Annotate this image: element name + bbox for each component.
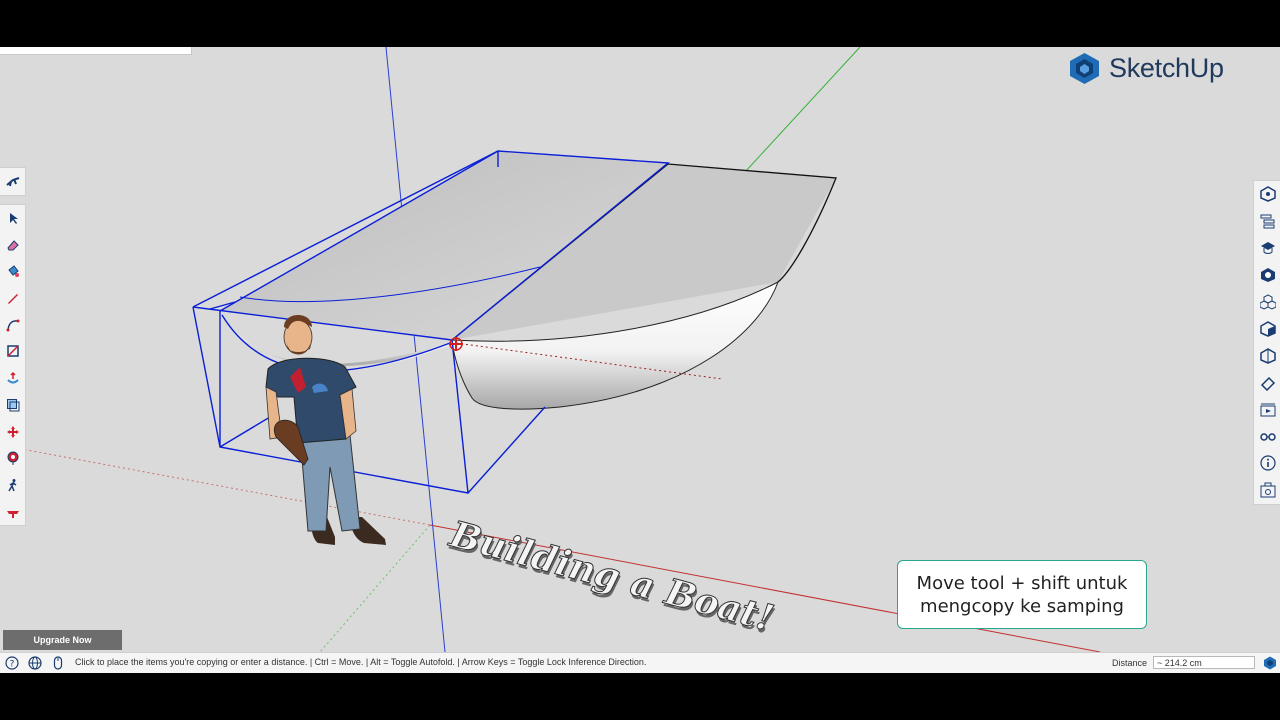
status-bar: ? Click to place the items you're copyin…	[0, 652, 1280, 673]
viewport-top-left-box	[0, 47, 192, 55]
mouse-icon	[50, 655, 66, 671]
red-axis-dotted	[0, 444, 431, 526]
entity-info-icon[interactable]	[1254, 181, 1280, 208]
rectangle-icon[interactable]	[0, 338, 26, 365]
walk-glyph-icon[interactable]	[0, 168, 26, 195]
soften-edges-icon[interactable]	[1254, 369, 1280, 396]
materials-icon[interactable]	[1254, 262, 1280, 289]
move-icon[interactable]	[0, 418, 26, 445]
sketchup-logo: SketchUp	[1068, 50, 1224, 86]
scale-figure	[265, 315, 386, 545]
modeling-viewport[interactable]: Building a Boat! Building a Boat! Sketch…	[0, 47, 1280, 652]
geo-location-icon[interactable]	[27, 655, 43, 671]
upgrade-now-button[interactable]: Upgrade Now	[3, 630, 122, 650]
pencil-line-icon[interactable]	[0, 285, 26, 312]
green-axis-dotted	[319, 524, 431, 652]
svg-text:?: ?	[10, 660, 15, 670]
brand-name: SketchUp	[1109, 52, 1224, 83]
arc-icon[interactable]	[0, 311, 26, 338]
green-axis	[744, 47, 861, 173]
info-icon[interactable]	[1254, 450, 1280, 477]
status-message: Click to place the items you're copying …	[75, 657, 647, 667]
sketchup-logo-icon	[1070, 52, 1099, 84]
measurement-label: Distance	[1112, 658, 1148, 668]
push-pull-icon[interactable]	[0, 365, 26, 392]
sketchup-status-icon[interactable]	[1262, 655, 1278, 671]
scenes-icon[interactable]	[1254, 396, 1280, 423]
paint-bucket-icon[interactable]	[0, 258, 26, 285]
svg-text:Building a Boat!: Building a Boat!	[445, 513, 778, 640]
eraser-icon[interactable]	[0, 231, 26, 258]
instructor-icon[interactable]	[1254, 235, 1280, 262]
components-icon[interactable]	[1254, 289, 1280, 316]
styles-icon[interactable]	[1254, 315, 1280, 342]
right-panel-toolbar	[1253, 180, 1280, 505]
tape-measure-icon[interactable]	[0, 445, 26, 472]
display-icon[interactable]	[1254, 423, 1280, 450]
walk-person-icon[interactable]	[0, 472, 26, 499]
caption-box: Move tool + shift untuk mengcopy ke samp…	[897, 560, 1147, 629]
select-arrow-icon[interactable]	[0, 205, 26, 232]
help-icon[interactable]: ?	[4, 655, 20, 671]
export-icon[interactable]	[1254, 477, 1280, 504]
offset-icon[interactable]	[0, 392, 26, 419]
building-a-boat-3d-text: Building a Boat! Building a Boat!	[444, 512, 779, 643]
measurement-input[interactable]: ~ 214.2 cm	[1153, 656, 1255, 669]
outliner-icon[interactable]	[1254, 208, 1280, 235]
tags-icon[interactable]	[1254, 342, 1280, 369]
left-toolbar	[0, 167, 26, 526]
section-plane-icon[interactable]	[0, 498, 26, 525]
